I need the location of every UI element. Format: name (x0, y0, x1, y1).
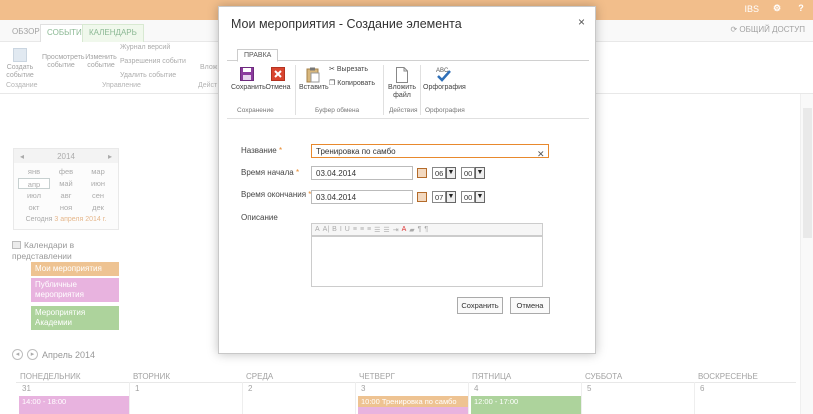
chevron-down-icon[interactable]: ▼ (475, 167, 485, 179)
end-date-input[interactable] (311, 190, 413, 204)
ribbon-paste-label: Вставить (299, 84, 329, 91)
ribbon-spelling-label: Орфография (423, 84, 466, 91)
end-time-label: Время окончания * (241, 190, 311, 199)
spelling-icon: ABC (436, 68, 451, 82)
start-date-input[interactable] (311, 166, 413, 180)
group-clipboard-label: Буфер обмена (315, 107, 360, 114)
rtl-icon[interactable]: ¶ (424, 226, 428, 233)
ribbon-save-label: Сохранить (231, 84, 266, 91)
description-label: Описание (241, 213, 278, 222)
start-label-text: Время начала (241, 168, 294, 177)
paste-icon (306, 67, 320, 83)
clear-title-icon[interactable]: ✕ (537, 149, 545, 160)
ribbon-cancel-button[interactable]: Отмена (265, 67, 291, 92)
list-icon[interactable]: ☰ (374, 226, 380, 234)
ribbon-attach-button[interactable]: Вложить файл (387, 67, 417, 100)
start-minute-select[interactable]: 00 (461, 167, 475, 179)
font-size-icon[interactable]: A| (323, 226, 330, 233)
required-mark: * (295, 168, 300, 177)
save-button[interactable]: Сохранить (457, 297, 503, 314)
title-input[interactable] (311, 144, 549, 158)
dialog-tabbar: ПРАВКА (227, 42, 589, 62)
rich-text-toolbar: A A| B I U ≡ ≡ ≡ ☰ ☰ ⇥ A ▰ ¶ ¶ (311, 223, 543, 236)
chevron-down-icon[interactable]: ▼ (446, 191, 456, 203)
ribbon-copy-label: Копировать (337, 79, 375, 87)
chevron-down-icon[interactable]: ▼ (446, 167, 456, 179)
ribbon-separator (295, 65, 296, 115)
numbered-list-icon[interactable]: ☰ (383, 226, 389, 234)
close-icon[interactable]: × (578, 15, 585, 29)
ribbon-spelling-button[interactable]: ABC Орфография (423, 65, 466, 92)
ltr-icon[interactable]: ¶ (418, 226, 422, 233)
align-left-icon[interactable]: ≡ (353, 226, 357, 233)
attach-file-icon (396, 67, 408, 83)
title-field-label: Название * (241, 146, 282, 155)
required-mark: * (278, 146, 283, 155)
end-hour-select[interactable]: 07 (432, 191, 446, 203)
scissors-icon: ✂ (329, 66, 335, 73)
description-textarea[interactable] (311, 236, 543, 287)
ribbon-copy-button[interactable]: ❐ Копировать (329, 79, 375, 88)
dialog-ribbon: Сохранить Отмена Вставить ✂ Вырезать ❐ Коп… (227, 61, 589, 119)
group-commit-label: Сохранение (237, 107, 274, 114)
end-label-text: Время окончания (241, 190, 307, 199)
group-spelling-label: Орфография (425, 107, 465, 114)
start-date-calendar-icon[interactable] (417, 168, 427, 178)
font-icon[interactable]: A (315, 226, 320, 233)
ribbon-cut-button[interactable]: ✂ Вырезать (329, 65, 369, 74)
underline-icon[interactable]: U (345, 226, 350, 233)
dialog-title: Мои мероприятия - Создание элемента (231, 17, 462, 31)
end-minute-select[interactable]: 00 (461, 191, 475, 203)
end-date-calendar-icon[interactable] (417, 192, 427, 202)
bold-icon[interactable]: B (332, 226, 337, 233)
italic-icon[interactable]: I (340, 226, 342, 233)
group-actions-label: Действия (389, 107, 418, 114)
indent-icon[interactable]: ⇥ (393, 226, 399, 234)
save-icon (240, 67, 254, 81)
ribbon-attach-label: Вложить файл (387, 84, 417, 99)
copy-icon: ❐ (329, 80, 336, 87)
start-time-label: Время начала * (241, 168, 299, 177)
cancel-icon (271, 67, 285, 81)
title-label-text: Название (241, 146, 277, 155)
highlight-icon[interactable]: ▰ (409, 226, 414, 234)
align-center-icon[interactable]: ≡ (360, 226, 364, 233)
ribbon-cancel-label: Отмена (265, 84, 291, 91)
ribbon-save-button[interactable]: Сохранить (231, 67, 266, 92)
cancel-button[interactable]: Отмена (510, 297, 550, 314)
text-color-icon[interactable]: A (402, 226, 407, 233)
ribbon-separator (383, 65, 384, 115)
start-hour-select[interactable]: 06 (432, 167, 446, 179)
ribbon-cut-label: Вырезать (336, 65, 369, 73)
ribbon-paste-button[interactable]: Вставить (299, 67, 329, 92)
align-right-icon[interactable]: ≡ (367, 226, 371, 233)
chevron-down-icon[interactable]: ▼ (475, 191, 485, 203)
ribbon-separator (420, 65, 421, 115)
create-item-dialog: Мои мероприятия - Создание элемента × ПР… (218, 6, 596, 354)
